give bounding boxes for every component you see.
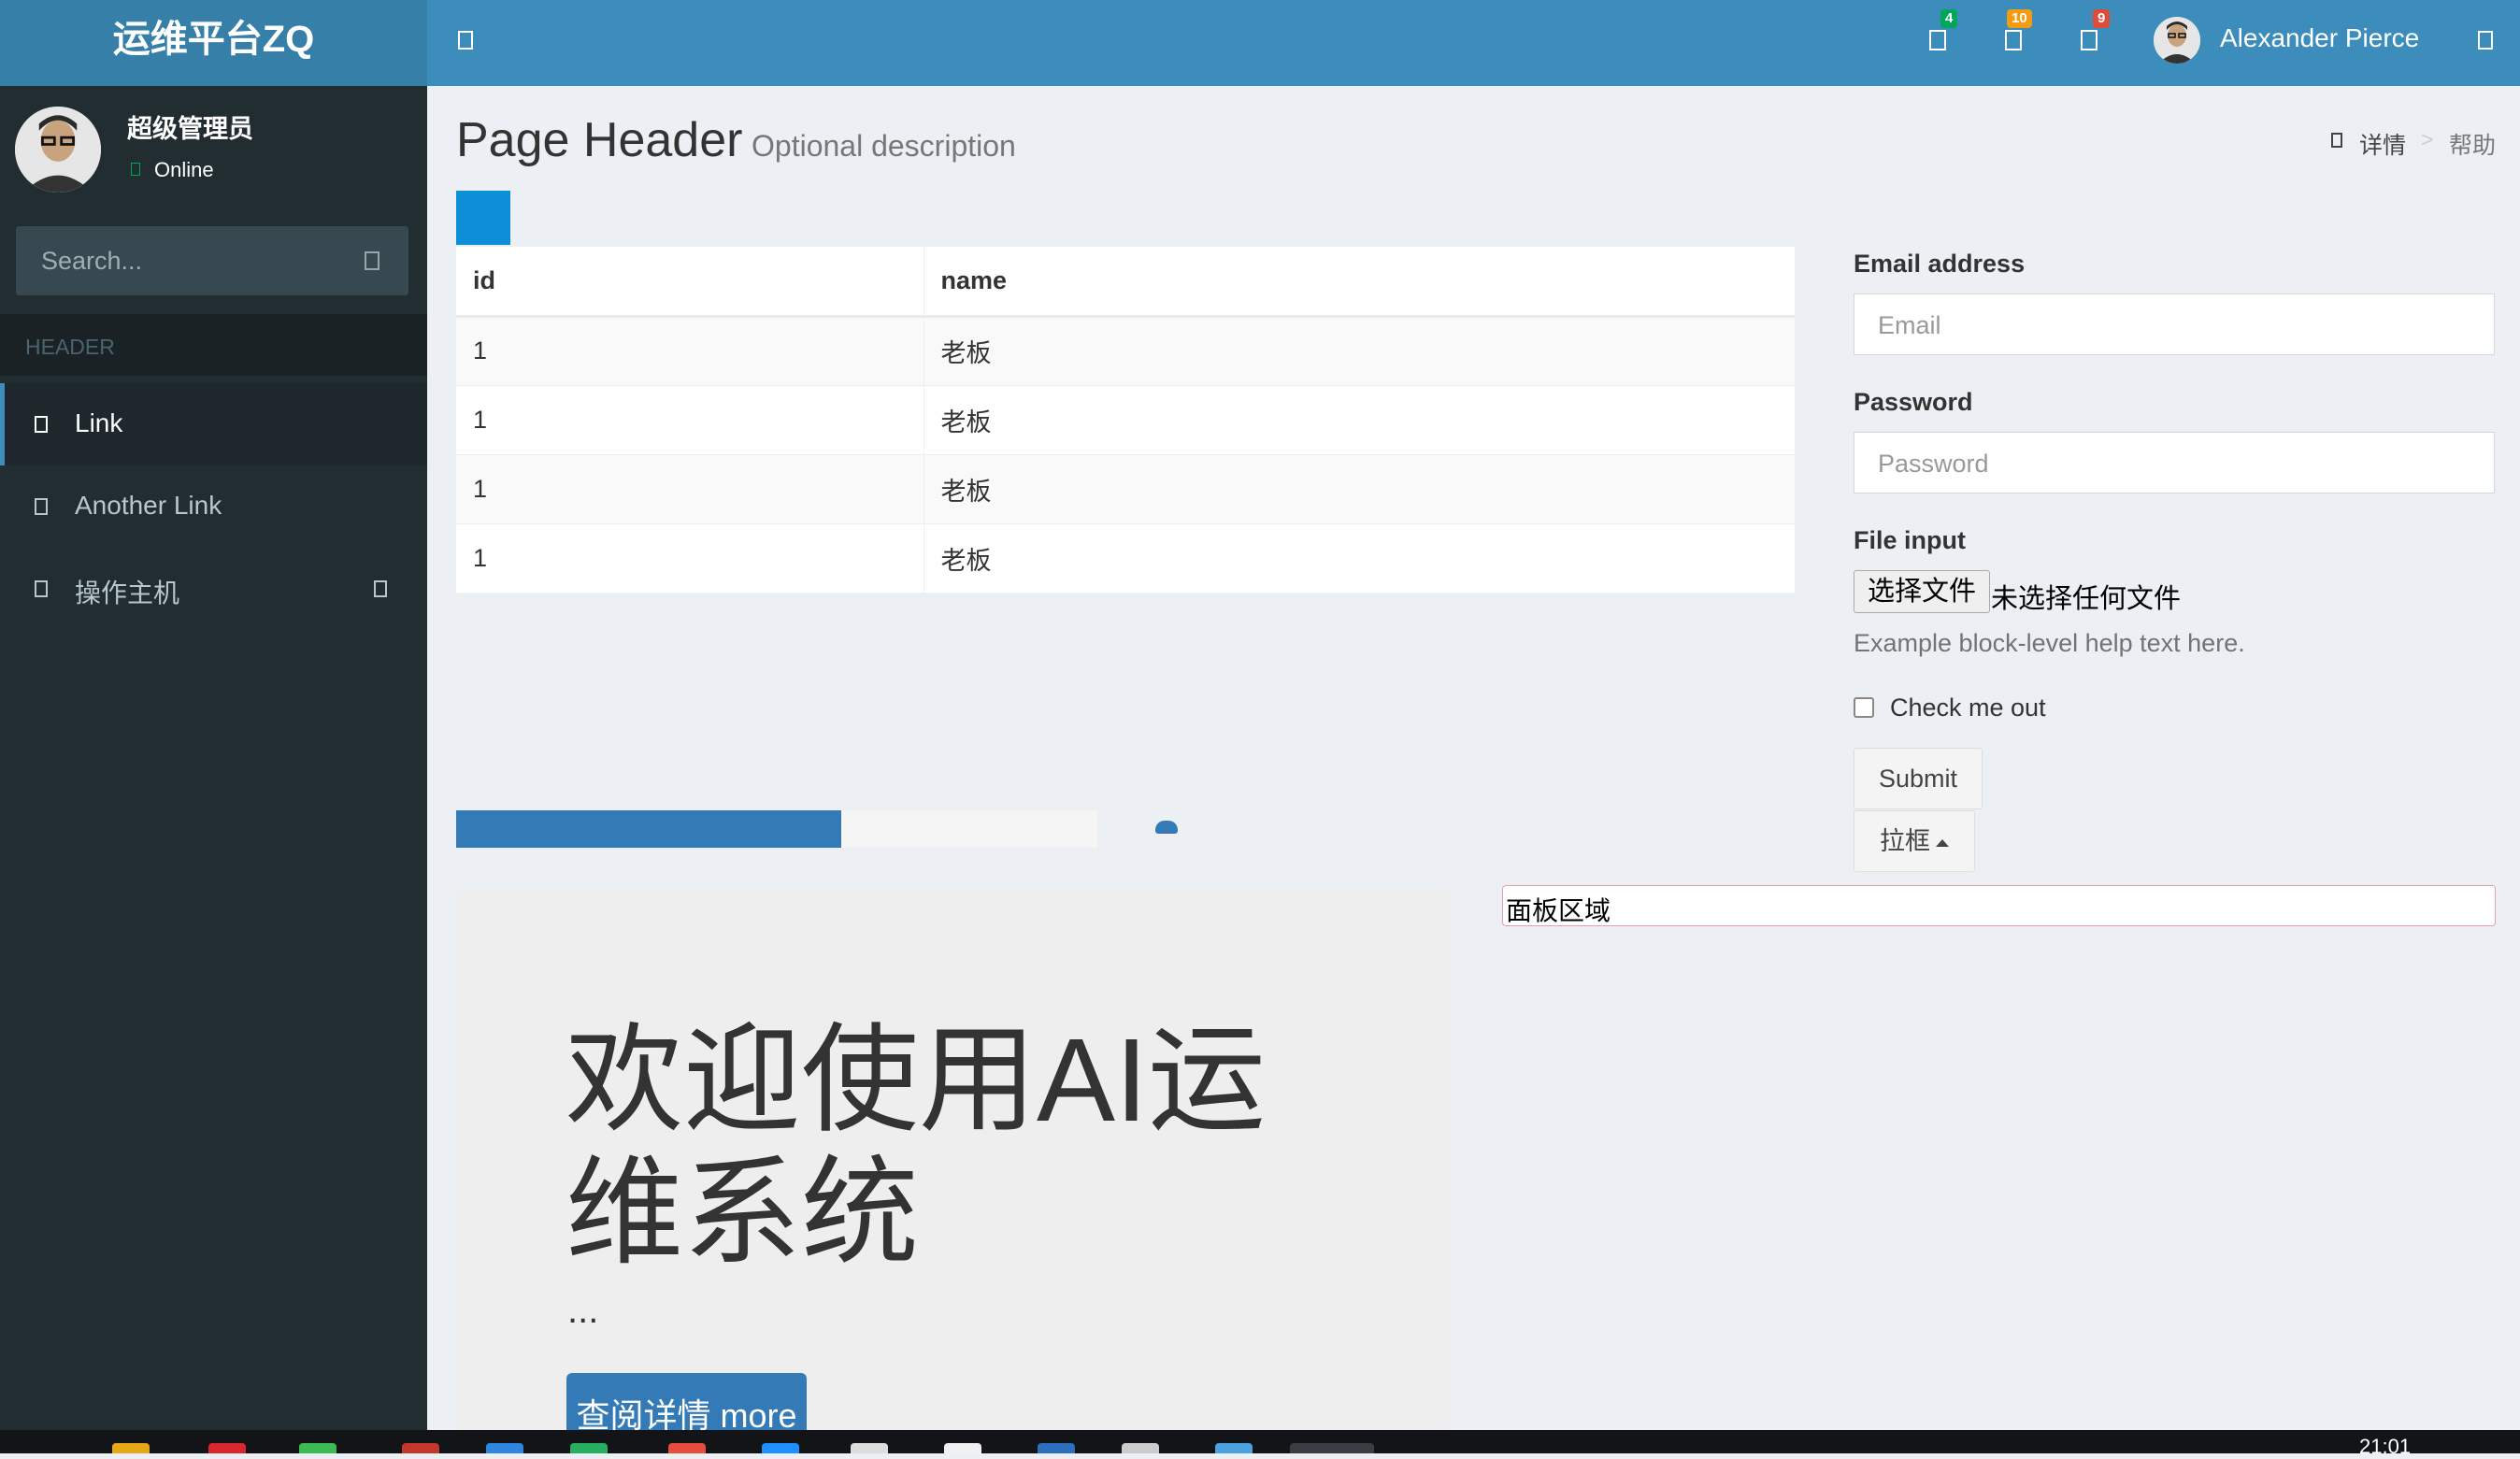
table-cell: 老板 <box>924 384 1795 454</box>
sidebar: 超级管理员 Online Search... HEADER Link Anoth… <box>0 86 427 1430</box>
data-table: id name 1 老板 1 老板 1 老板 1 老板 <box>456 247 1795 593</box>
taskbar-clock: 21:01 <box>2359 1435 2412 1458</box>
sidebar-item-label: 操作主机 <box>75 579 180 608</box>
taskbar-app-icon[interactable] <box>208 1443 246 1453</box>
sidebar-avatar-image <box>15 107 101 193</box>
password-field[interactable]: Password <box>1854 432 2495 493</box>
taskbar-app-icon[interactable] <box>402 1443 439 1453</box>
sidebar-user-name: 超级管理员 <box>127 115 253 143</box>
progress-bar-fill <box>456 810 841 848</box>
dashboard-icon <box>2331 133 2342 148</box>
sidebar-search[interactable]: Search... <box>16 226 408 295</box>
messages-badge: 4 <box>1940 9 1958 28</box>
search-input[interactable]: Search... <box>41 247 142 276</box>
column-header-id: id <box>456 247 924 318</box>
panel-title: 面板区域 <box>1506 896 1611 925</box>
user-name[interactable]: Alexander Pierce <box>2220 23 2419 53</box>
taskbar-app-icon[interactable] <box>1122 1443 1159 1453</box>
taskbar-app-icon[interactable] <box>1038 1443 1075 1453</box>
email-field[interactable]: Email <box>1854 293 2495 355</box>
tasks-badge: 9 <box>2093 9 2111 28</box>
page-title: Page Header <box>456 113 743 167</box>
jumbotron-title: 欢迎使用AI运维系统 <box>566 1014 1267 1279</box>
taskbar-app-icon[interactable] <box>1215 1443 1253 1453</box>
taskbar-app-icon[interactable] <box>112 1443 150 1453</box>
avatar-image <box>2154 17 2200 64</box>
taskbar-app-icon[interactable] <box>944 1443 981 1453</box>
taskbar-app-icon[interactable] <box>299 1443 336 1453</box>
sidebar-user-status: Online <box>154 158 214 181</box>
sidebar-toggle-icon[interactable] <box>458 31 473 50</box>
taskbar-app-icon[interactable] <box>762 1443 799 1453</box>
breadcrumb-detail[interactable]: 详情 <box>2359 127 2406 161</box>
table-cell: 老板 <box>924 522 1795 593</box>
email-label: Email address <box>1854 250 2026 278</box>
submit-button[interactable]: Submit <box>1854 748 1983 809</box>
sidebar-avatar <box>15 107 101 193</box>
sidebar-item-another-link[interactable]: Another Link <box>0 465 427 548</box>
sidebar-item-link[interactable]: Link <box>0 383 427 465</box>
jumbotron: 欢迎使用AI运维系统 ... 查阅详情 more <box>456 888 1450 1439</box>
table-cell: 老板 <box>924 315 1795 385</box>
page-description: Optional description <box>752 129 1016 163</box>
taskbar-app-icon[interactable] <box>668 1443 706 1453</box>
sidebar-item-hosts[interactable]: 操作主机 <box>0 548 427 630</box>
chevron-left-icon <box>374 580 387 597</box>
tasks-icon[interactable] <box>2081 30 2098 50</box>
app-logo[interactable]: 运维平台ZQ <box>0 0 427 86</box>
taskbar-app-icon[interactable] <box>486 1443 523 1453</box>
sidebar-section-header: HEADER <box>0 314 427 376</box>
link-icon <box>35 498 48 515</box>
link-icon <box>35 416 48 433</box>
table-row: 1 老板 <box>456 315 1795 385</box>
primary-square-button[interactable] <box>456 191 510 245</box>
online-status-icon <box>131 163 140 176</box>
check-me-out-checkbox[interactable] <box>1854 697 1874 718</box>
sidebar-item-label: Another Link <box>75 491 222 520</box>
choose-file-button[interactable]: 选择文件 <box>1854 570 1991 613</box>
user-avatar[interactable] <box>2154 17 2200 64</box>
taskbar-app-icon[interactable] <box>851 1443 888 1453</box>
table-cell: 1 <box>456 315 924 385</box>
table-cell: 1 <box>456 453 924 523</box>
cloud-icon <box>1155 821 1178 834</box>
table-cell: 1 <box>456 522 924 593</box>
link-icon <box>35 580 48 597</box>
help-text: Example block-level help text here. <box>1854 629 2245 657</box>
file-status-text: 未选择任何文件 <box>1991 584 2182 614</box>
panel-box <box>1502 885 2496 926</box>
top-navbar: 运维平台ZQ 4 10 9 Alexander Pierce <box>0 0 2520 86</box>
notifications-badge: 10 <box>2007 9 2032 28</box>
dropdown-button[interactable]: 拉框 <box>1854 810 1975 872</box>
jumbotron-text: ... <box>567 1290 599 1331</box>
breadcrumb-help[interactable]: 帮助 <box>2449 127 2496 161</box>
taskbar-app-icon[interactable] <box>570 1443 608 1453</box>
breadcrumb-separator: > <box>2421 127 2434 151</box>
table-row: 1 老板 <box>456 522 1795 593</box>
column-header-name: name <box>924 247 1795 318</box>
caret-up-icon <box>1936 838 1949 847</box>
table-cell: 老板 <box>924 453 1795 523</box>
gear-icon[interactable] <box>2478 31 2493 50</box>
sidebar-header-label: HEADER <box>25 335 115 359</box>
table-row: 1 老板 <box>456 453 1795 523</box>
os-taskbar <box>0 1430 2520 1453</box>
file-input-label: File input <box>1854 526 1966 554</box>
sidebar-item-label: Link <box>75 408 123 437</box>
dropdown-label: 拉框 <box>1880 827 1930 855</box>
checkbox-label[interactable]: Check me out <box>1890 694 2046 722</box>
taskbar-active-app[interactable] <box>1290 1443 1374 1453</box>
notifications-icon[interactable] <box>2005 30 2022 50</box>
search-icon[interactable] <box>365 251 379 270</box>
table-row: 1 老板 <box>456 384 1795 454</box>
table-header-row: id name <box>456 247 1795 318</box>
password-label: Password <box>1854 388 1973 416</box>
table-cell: 1 <box>456 384 924 454</box>
messages-icon[interactable] <box>1929 30 1946 50</box>
